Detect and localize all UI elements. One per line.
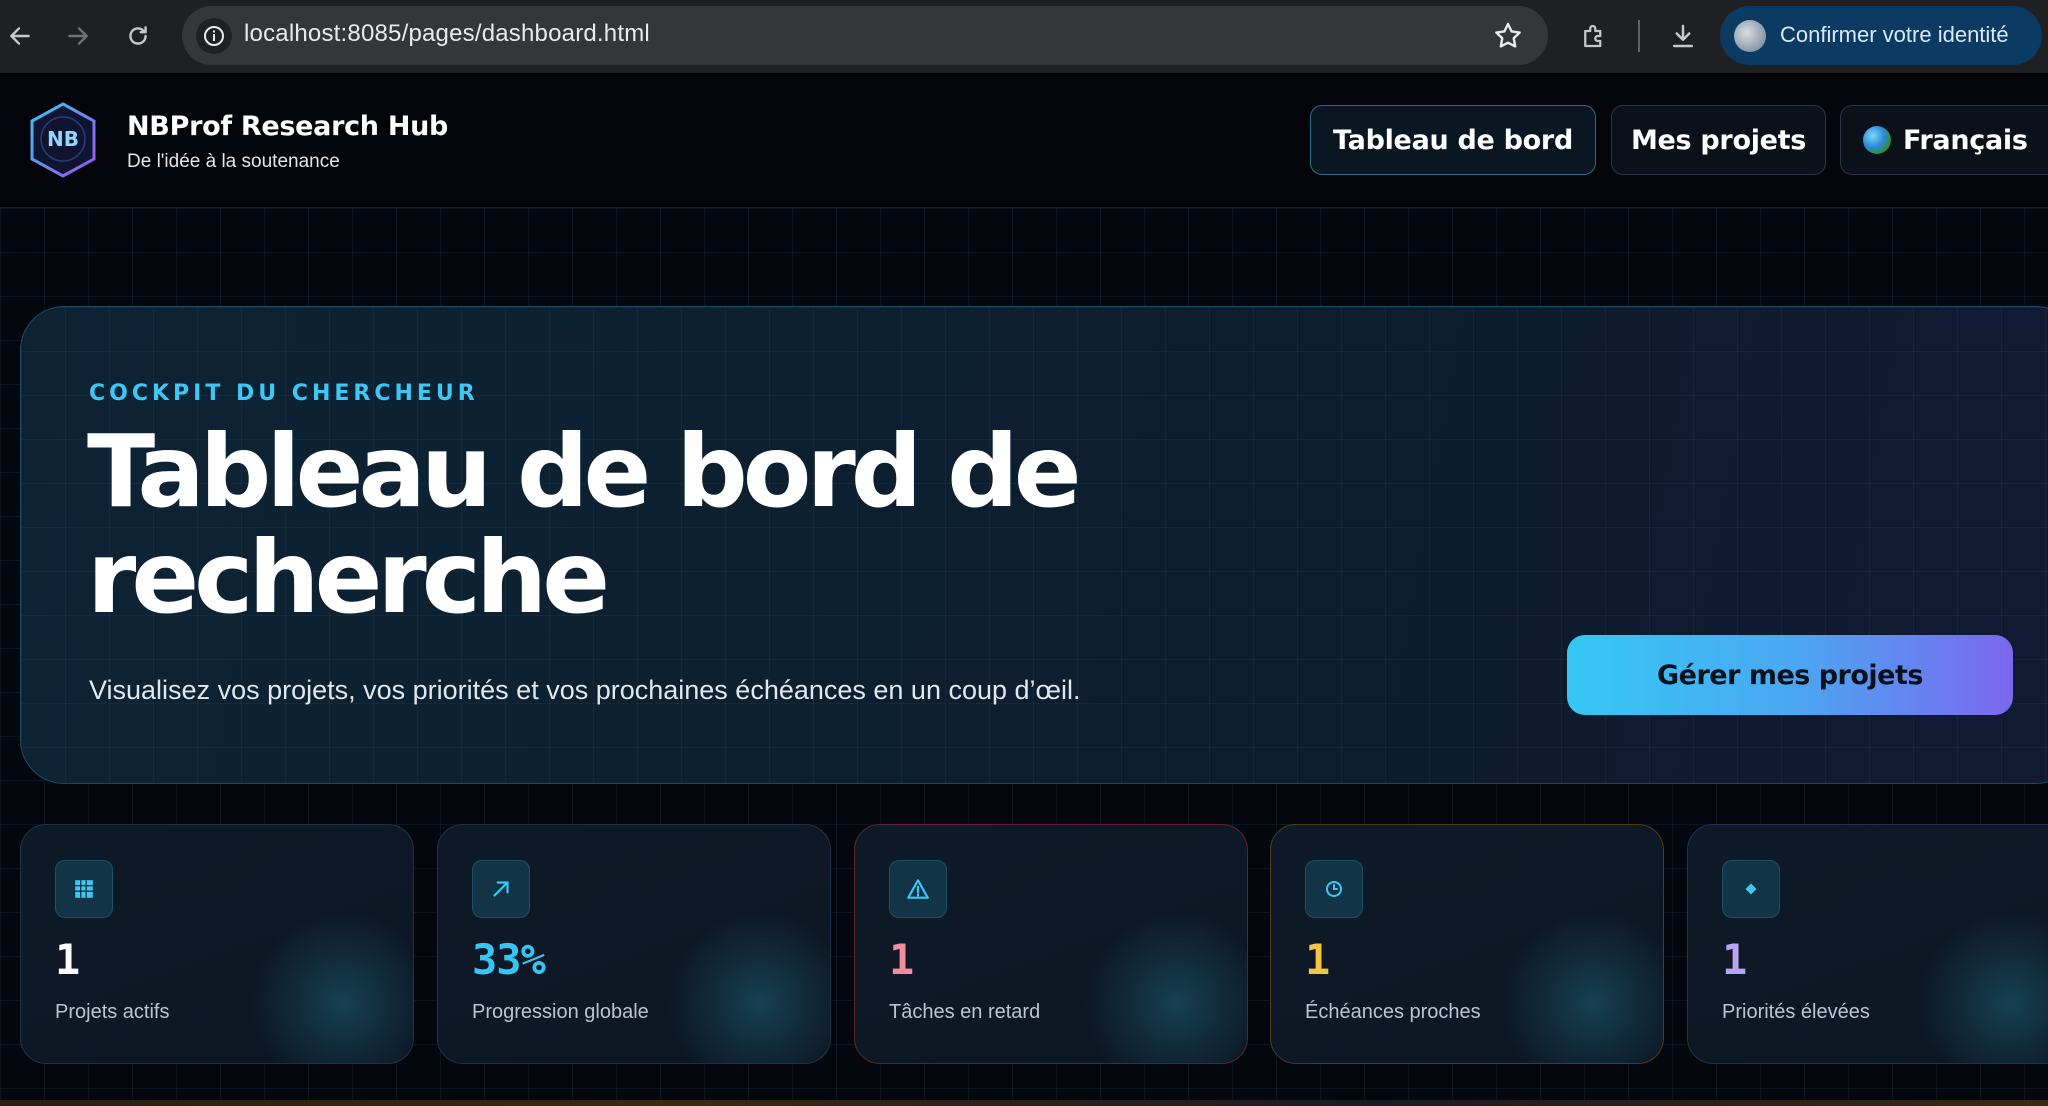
stat-card-upcoming-deadlines: 1 Échéances proches: [1270, 824, 1664, 1064]
brand-title: NBProf Research Hub: [127, 111, 449, 142]
stat-label: Projets actifs: [55, 1001, 170, 1023]
stat-card-overdue-tasks: 1 Tâches en retard: [854, 824, 1248, 1064]
language-label: Français: [1903, 124, 2028, 156]
trend-arrow-icon: [472, 860, 530, 918]
hero-eyebrow: Cockpit du chercheur: [89, 381, 479, 406]
nav-dashboard-button[interactable]: Tableau de bord: [1310, 105, 1596, 175]
stat-card-high-priorities: 1 Priorités élevées: [1687, 824, 2048, 1064]
identity-label: Confirmer votre identité: [1780, 22, 2009, 47]
address-bar[interactable]: localhost:8085/pages/dashboard.html: [182, 6, 1548, 65]
extensions-icon[interactable]: [1574, 16, 1614, 56]
page-bottom-strip: [0, 1100, 2048, 1106]
stat-value: 33%: [472, 935, 546, 984]
logo-text: NB: [47, 127, 79, 151]
card-glow: [243, 903, 413, 1063]
brand-logo[interactable]: NB: [28, 101, 98, 179]
browser-toolbar: localhost:8085/pages/dashboard.html Conf…: [0, 0, 2048, 73]
toolbar-divider: [1638, 20, 1640, 52]
card-glow: [1077, 903, 1247, 1063]
brand-subtitle: De l'idée à la soutenance: [127, 151, 340, 172]
grid-icon: [55, 860, 113, 918]
language-selector[interactable]: Français: [1840, 105, 2048, 175]
site-info-icon[interactable]: [196, 18, 232, 54]
stat-card-active-projects: 1 Projets actifs: [20, 824, 414, 1064]
warning-icon: [889, 860, 947, 918]
url-text[interactable]: localhost:8085/pages/dashboard.html: [244, 20, 650, 48]
stat-card-global-progress: 33% Progression globale: [437, 824, 831, 1064]
card-glow: [1493, 903, 1663, 1063]
stat-label: Tâches en retard: [889, 1001, 1041, 1023]
back-icon[interactable]: [0, 16, 40, 56]
stat-value: 1: [55, 935, 80, 984]
clock-icon: [1305, 860, 1363, 918]
app-header: NB NBProf Research Hub De l'idée à la so…: [0, 73, 2048, 208]
stat-label: Priorités élevées: [1722, 1001, 1870, 1023]
stat-value: 1: [1722, 935, 1747, 984]
globe-icon: [1863, 126, 1891, 154]
card-glow: [1910, 903, 2048, 1063]
hero-description: Visualisez vos projets, vos priorités et…: [89, 675, 1081, 705]
diamond-icon: [1722, 860, 1780, 918]
bookmark-star-icon[interactable]: [1492, 20, 1524, 52]
stat-label: Échéances proches: [1305, 1001, 1481, 1023]
forward-icon[interactable]: [58, 16, 98, 56]
reload-icon[interactable]: [118, 16, 158, 56]
page-title: Tableau de bord de recherche: [87, 413, 1082, 636]
hero-panel: Cockpit du chercheur Tableau de bord de …: [20, 306, 2048, 784]
download-icon[interactable]: [1663, 16, 1703, 56]
stat-value: 1: [889, 935, 914, 984]
card-glow: [660, 903, 830, 1063]
stat-value: 1: [1305, 935, 1330, 984]
nav-projects-button[interactable]: Mes projets: [1611, 105, 1826, 175]
profile-avatar: [1734, 20, 1766, 52]
confirm-identity-button[interactable]: Confirmer votre identité: [1720, 6, 2042, 65]
stat-label: Progression globale: [472, 1001, 649, 1023]
manage-projects-button[interactable]: Gérer mes projets: [1567, 635, 2013, 715]
